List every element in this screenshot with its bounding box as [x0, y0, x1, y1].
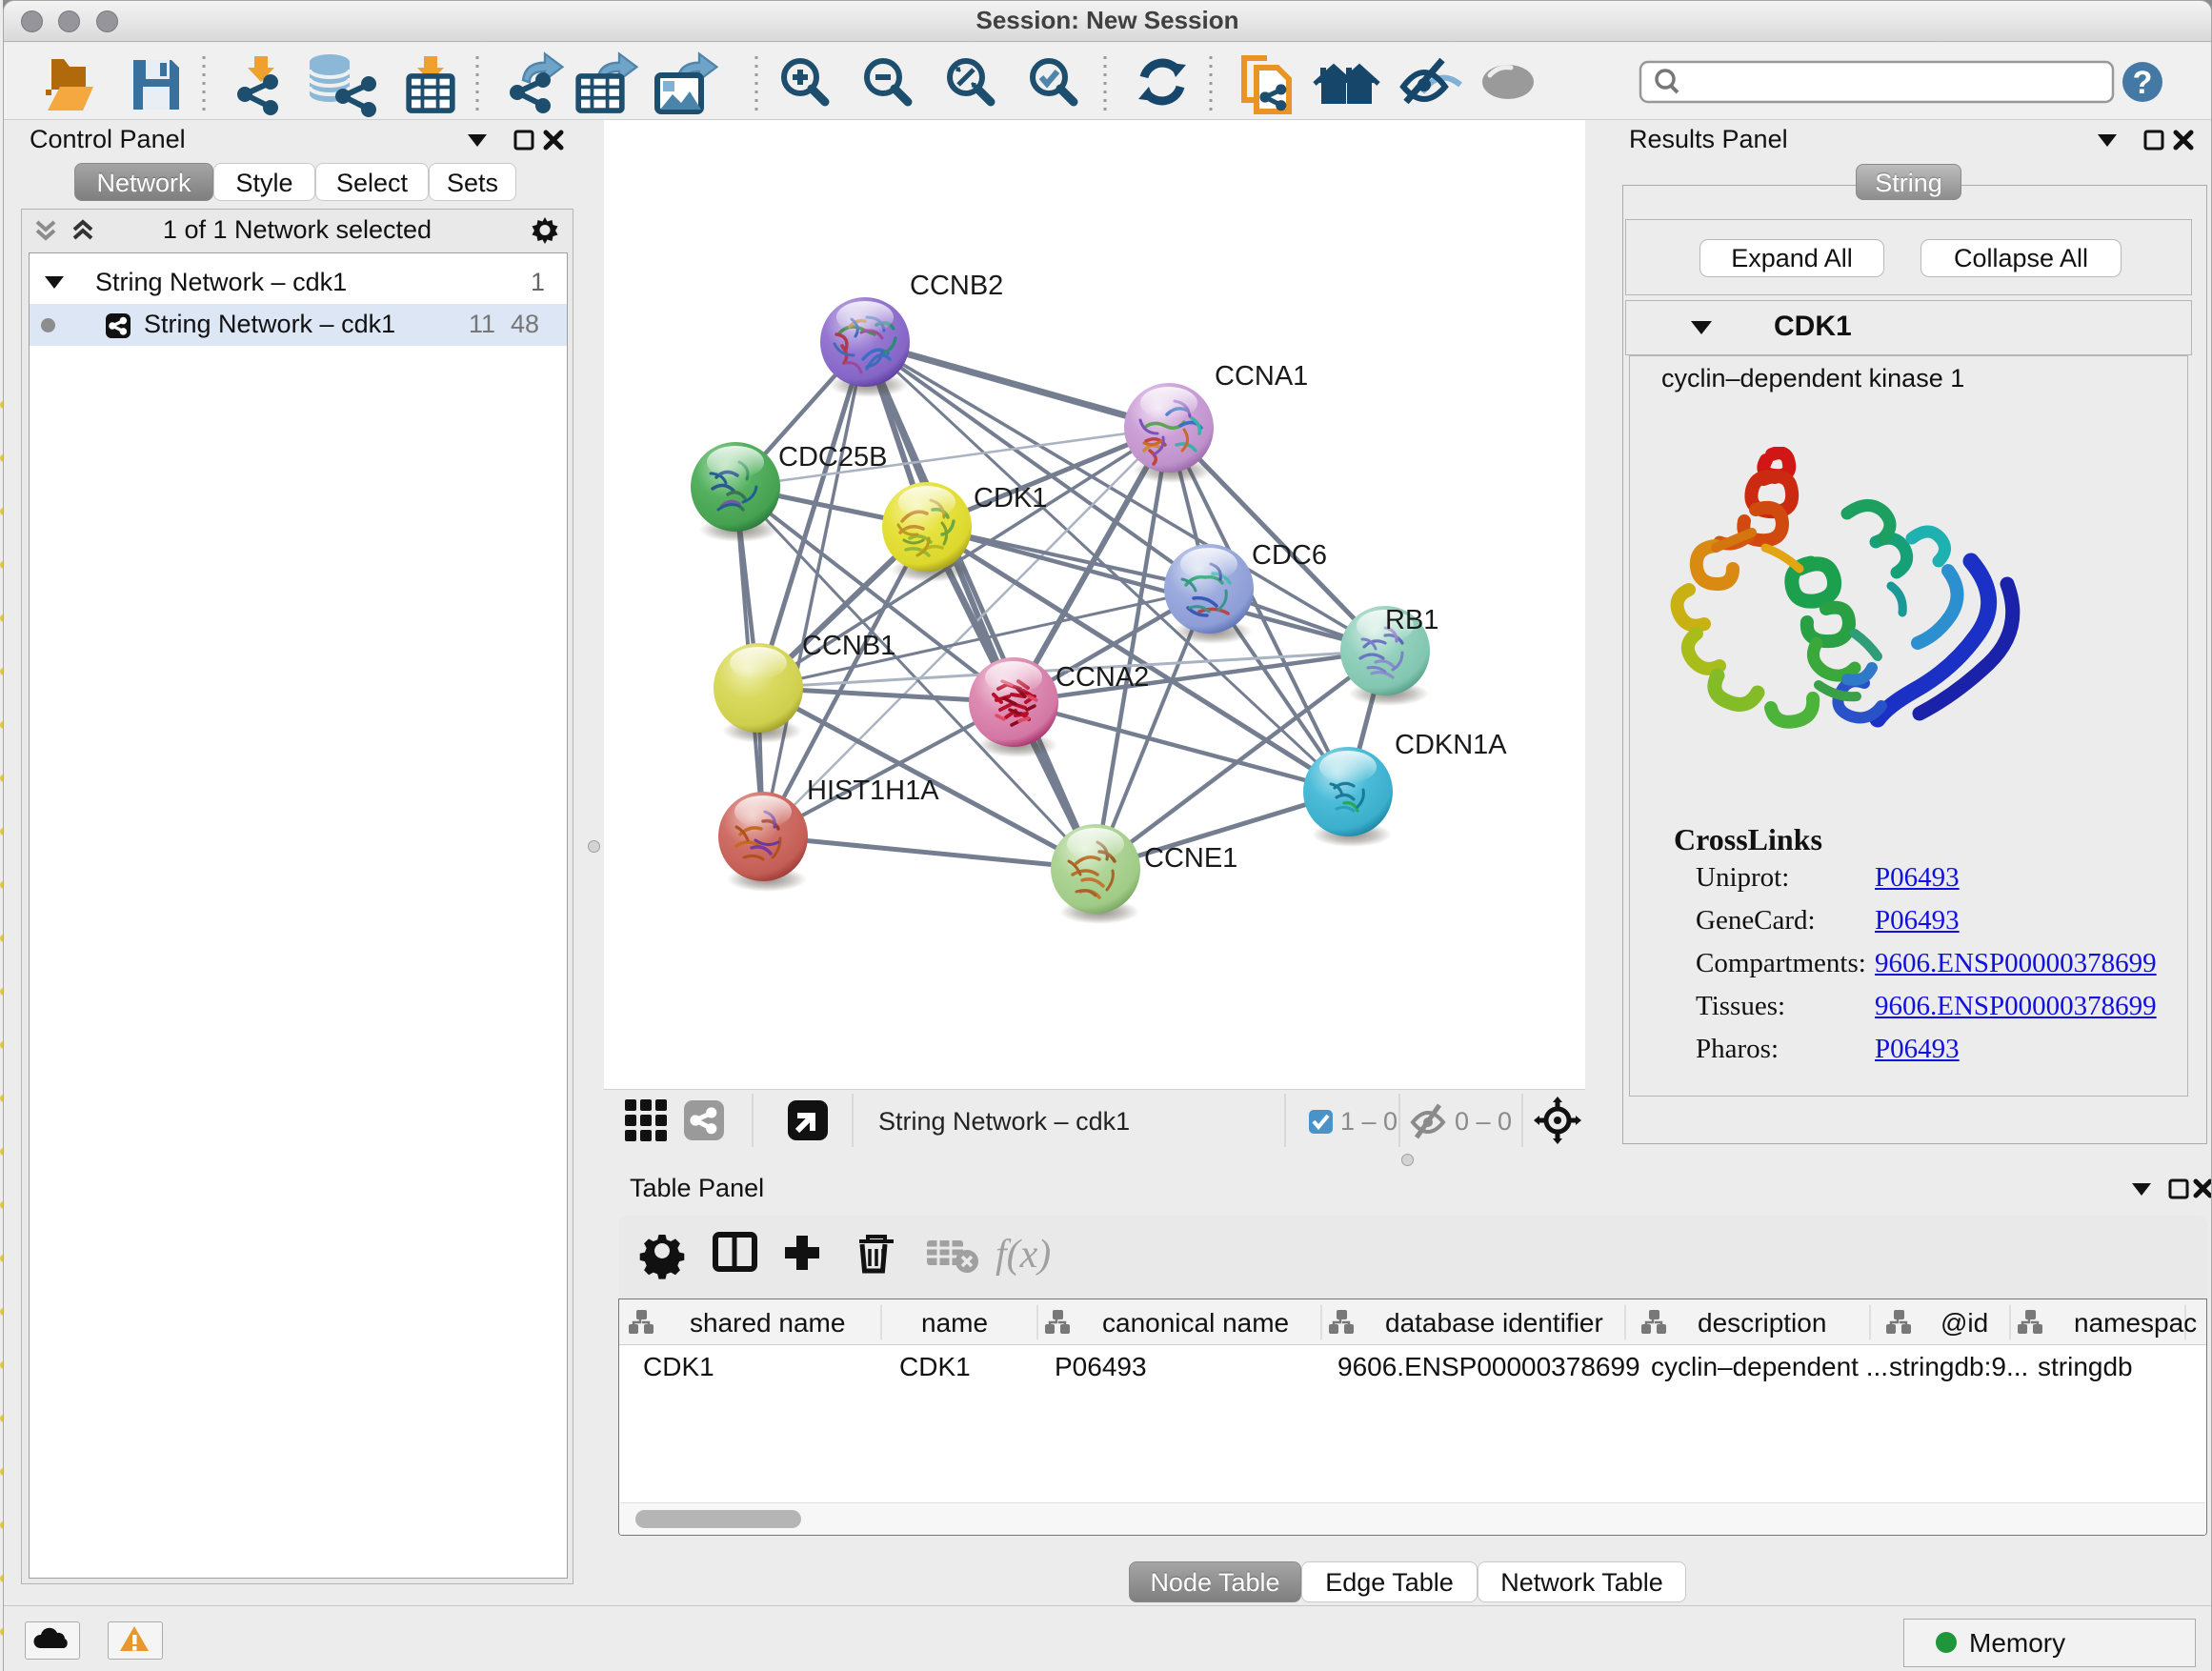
- svg-text:0 – 0: 0 – 0: [1455, 1107, 1512, 1136]
- svg-text:CCNA2: CCNA2: [1056, 662, 1149, 693]
- svg-text:HIST1H1A: HIST1H1A: [807, 775, 939, 806]
- svg-text:?: ?: [2133, 65, 2153, 101]
- svg-text:name: name: [921, 1308, 988, 1338]
- svg-text:CCNB2: CCNB2: [910, 271, 1003, 301]
- svg-text:canonical name: canonical name: [1102, 1308, 1289, 1338]
- svg-text:description: description: [1698, 1308, 1826, 1338]
- svg-text:CCNA1: CCNA1: [1215, 361, 1308, 392]
- svg-text:CDC25B: CDC25B: [778, 442, 887, 473]
- svg-text:1 – 0: 1 – 0: [1340, 1107, 1398, 1136]
- svg-text:namespac: namespac: [2074, 1308, 2197, 1338]
- svg-text:shared name: shared name: [690, 1308, 845, 1338]
- svg-text:CCNB1: CCNB1: [802, 631, 895, 661]
- svg-text:CDK1: CDK1: [974, 483, 1047, 513]
- svg-text:f(x): f(x): [995, 1233, 1051, 1277]
- svg-text:CDKN1A: CDKN1A: [1395, 730, 1507, 760]
- svg-text:String Network – cdk1: String Network – cdk1: [878, 1107, 1130, 1136]
- svg-text:database identifier: database identifier: [1385, 1308, 1603, 1338]
- svg-text:CDC6: CDC6: [1252, 540, 1327, 571]
- svg-text:@id: @id: [1941, 1308, 1988, 1338]
- svg-text:CCNE1: CCNE1: [1144, 843, 1237, 874]
- svg-text:RB1: RB1: [1385, 605, 1438, 635]
